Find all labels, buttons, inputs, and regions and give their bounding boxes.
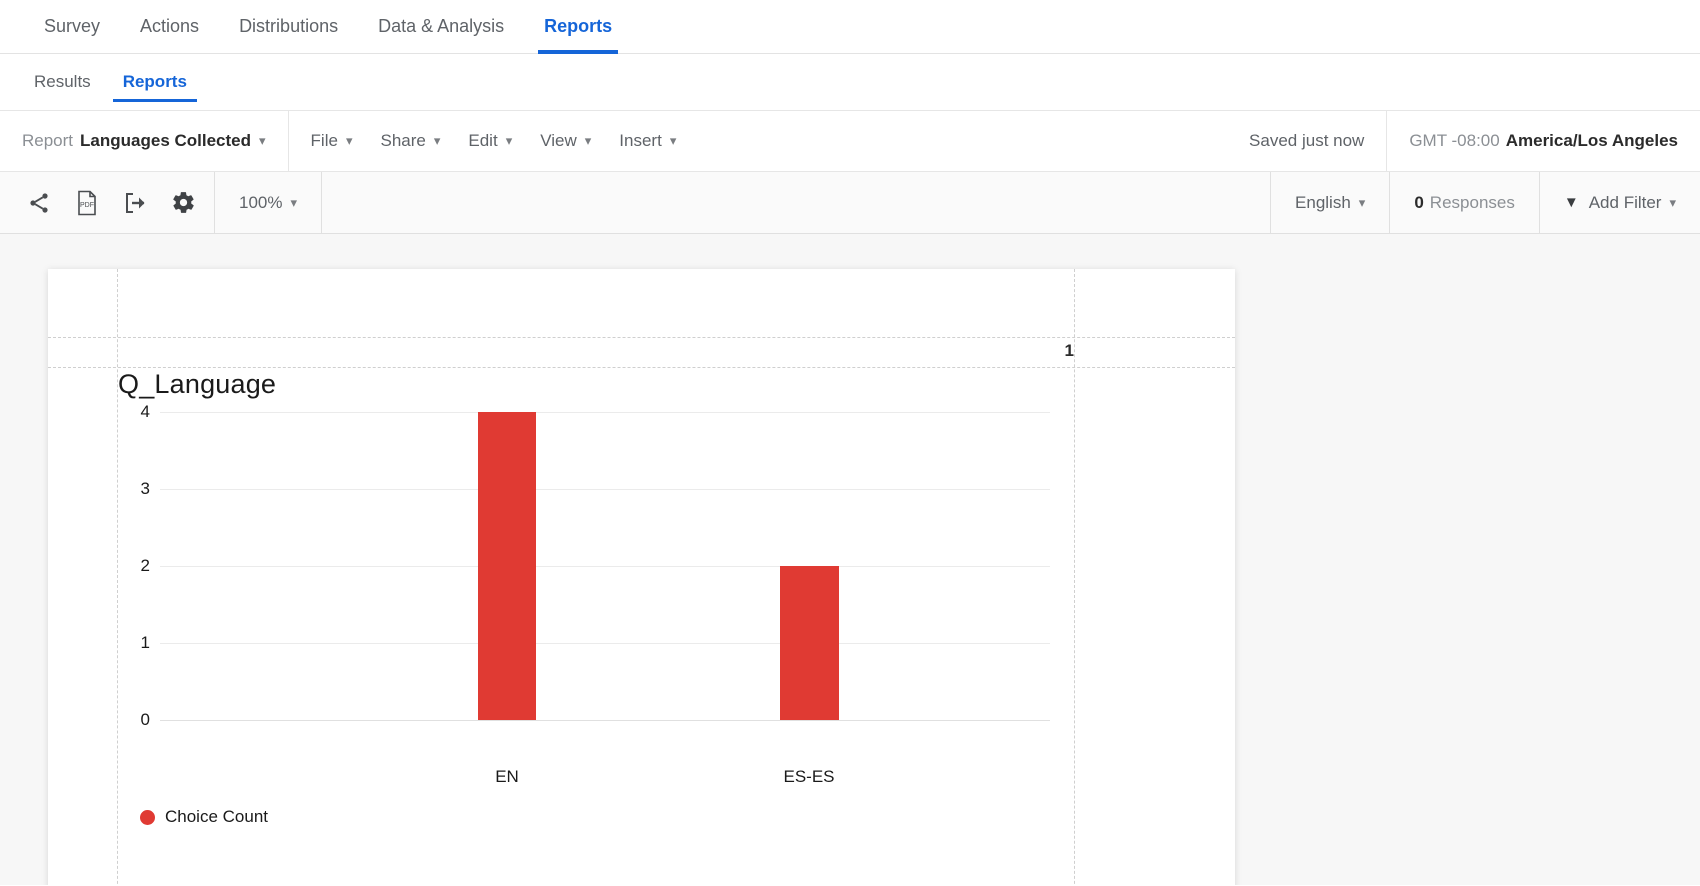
menu-group: File ▾ Share ▾ Edit ▾ View ▾ Insert ▾ [289,111,699,171]
y-axis-tick: 1 [140,633,150,652]
menu-view[interactable]: View ▾ [526,131,605,151]
gear-icon[interactable] [166,186,200,220]
page-number: 1 [1064,341,1074,360]
filter-icon: ▼ [1563,194,1579,211]
x-axis-tick: ES-ES [783,767,835,786]
chart-title: Q_Language [118,369,277,399]
menu-share-label: Share [380,131,426,150]
menu-file[interactable]: File ▾ [297,131,367,151]
nav-tab-data-and-analysis[interactable]: Data & Analysis [358,0,524,53]
share-icon[interactable] [22,186,56,220]
menu-view-label: View [540,131,577,150]
save-status: Saved just now [1227,111,1386,171]
chevron-down-icon: ▾ [1669,194,1676,210]
svg-text:PDF: PDF [80,202,94,209]
response-count-value: 0 [1414,192,1424,212]
x-axis-tick: EN [495,767,519,786]
y-axis-tick: 0 [140,710,150,729]
menu-share[interactable]: Share ▾ [366,131,454,151]
legend-color-swatch [140,809,155,825]
report-toolbar: PDF 100% ▾ English ▾ 0 Responses ▼ Add F… [0,172,1700,234]
chart-legend: Choice Count [140,807,1195,827]
save-status-label: Saved just now [1249,131,1365,150]
bar-en[interactable] [478,412,536,720]
report-selector[interactable]: Report Languages Collected ▾ [0,111,288,171]
chevron-down-icon: ▾ [584,133,592,148]
primary-nav: Survey Actions Distributions Data & Anal… [0,0,1700,54]
x-axis-labels: EN ES-ES [160,757,1050,791]
bar-es-es[interactable] [780,566,839,720]
nav-tab-actions[interactable]: Actions [120,0,219,53]
nav-tab-reports[interactable]: Reports [524,0,632,54]
chevron-down-icon: ▾ [505,133,513,148]
chevron-down-icon: ▾ [345,133,353,148]
nav-tab-survey-label: Survey [44,16,101,36]
chevron-down-icon: ▾ [669,133,677,148]
layout-guide-horizontal [48,367,1235,368]
export-icon[interactable] [118,186,152,220]
response-count-label: Responses [1429,192,1515,212]
legend-item-label: Choice Count [165,807,269,826]
add-filter-label: Add Filter [1588,192,1662,212]
layout-guide-horizontal [48,337,1235,338]
menu-file-label: File [310,131,338,150]
nav-tab-reports-label: Reports [544,16,613,36]
secondary-nav: Results Reports [0,54,1700,110]
nav-tab-data-and-analysis-label: Data & Analysis [378,16,505,36]
y-axis-tick: 4 [140,402,150,421]
report-name: Languages Collected [80,131,252,150]
zoom-level-selector[interactable]: 100% ▾ [215,172,321,233]
menu-insert-label: Insert [619,131,662,150]
gridline-baseline: 0 [141,710,1050,729]
nav-tab-distributions-label: Distributions [239,16,339,36]
chart-plot-area: 4 3 2 1 0 [141,402,1050,757]
y-axis-tick: 3 [140,479,150,498]
language-selector[interactable]: English ▾ [1271,172,1389,233]
report-label: Report [22,131,74,150]
chevron-down-icon: ▾ [1358,194,1366,210]
timezone-indicator: GMT -08:00 America/Los Angeles [1387,111,1700,171]
nav-tab-survey[interactable]: Survey [24,0,120,53]
menu-insert[interactable]: Insert ▾ [605,131,690,151]
timezone-name: America/Los Angeles [1505,131,1678,150]
subtab-results[interactable]: Results [24,54,101,110]
zoom-level-label: 100% [239,192,283,212]
subtab-reports-label: Reports [122,72,187,91]
report-menu-bar: Report Languages Collected ▾ File ▾ Share… [0,110,1700,172]
language-label: English [1295,192,1351,212]
timezone-offset: GMT -08:00 [1409,131,1500,150]
subtab-reports[interactable]: Reports [112,54,198,110]
nav-tab-actions-label: Actions [140,16,200,36]
nav-tab-distributions[interactable]: Distributions [219,0,358,53]
add-filter-button[interactable]: ▼ Add Filter ▾ [1540,172,1700,233]
response-count: 0 Responses [1390,172,1539,233]
y-axis-tick: 2 [140,556,150,575]
chart-widget[interactable]: Q_Language 4 3 2 1 0 EN ES-ES Choice Cou… [118,369,1195,827]
report-page[interactable]: 1 Q_Language 4 3 2 1 0 EN ES-ES Choice C… [48,269,1235,885]
report-canvas: 1 Q_Language 4 3 2 1 0 EN ES-ES Choice C… [0,234,1700,885]
chevron-down-icon: ▾ [290,194,298,210]
pdf-icon[interactable]: PDF [70,186,104,220]
chevron-down-icon: ▾ [259,133,266,148]
divider [321,172,323,233]
chevron-down-icon: ▾ [433,133,441,148]
menu-edit-label: Edit [468,131,498,150]
menu-edit[interactable]: Edit ▾ [454,131,526,151]
subtab-results-label: Results [34,72,91,91]
bars-layer [160,412,1050,720]
